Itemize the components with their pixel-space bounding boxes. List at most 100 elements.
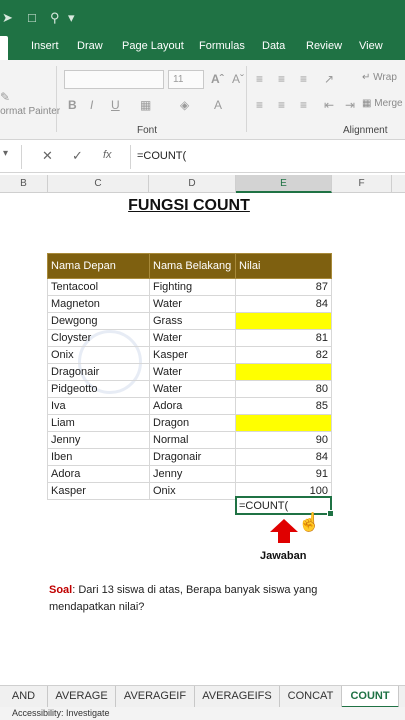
font-size-field[interactable]: 11 (168, 70, 204, 89)
chevron-down-icon[interactable]: ▾ (68, 10, 75, 26)
format-painter-button[interactable]: Format Painter (0, 106, 60, 117)
cell-last-name[interactable]: Fighting (149, 278, 236, 296)
cell-first-name[interactable]: Tentacool (47, 278, 150, 296)
clipboard-icon[interactable]: ✎ (0, 90, 10, 104)
bold-button[interactable]: B (68, 98, 77, 112)
orientation-icon[interactable]: ↗ (324, 72, 334, 86)
title-bar: ➤ □ ⚲ ▾ (0, 0, 405, 36)
cell-score[interactable]: 80 (235, 380, 332, 398)
enter-icon[interactable]: ✓ (72, 148, 83, 164)
align-top-icon[interactable]: ≡ (256, 72, 263, 86)
shrink-font-icon[interactable]: Aˇ (232, 72, 244, 86)
cell-last-name[interactable]: Normal (149, 431, 236, 449)
fill-color-icon[interactable]: ◈ (180, 98, 189, 112)
sheet-tab-averageifs[interactable]: AVERAGEIFS (195, 686, 280, 708)
tab-data[interactable]: Data (262, 40, 285, 52)
cell-score[interactable] (235, 312, 332, 330)
column-header-b[interactable]: B (0, 175, 48, 193)
cell-first-name[interactable]: Liam (47, 414, 150, 432)
cell-last-name[interactable]: Kasper (149, 346, 236, 364)
header-last-name[interactable]: Nama Belakang (149, 253, 236, 279)
align-center-icon[interactable]: ≡ (278, 98, 285, 112)
chevron-down-icon[interactable]: ▾ (3, 148, 8, 159)
cell-score[interactable]: 87 (235, 278, 332, 296)
italic-button[interactable]: I (90, 98, 93, 112)
cell-first-name[interactable]: Kasper (47, 482, 150, 500)
sheet-tab-average[interactable]: AVERAGE (48, 686, 116, 708)
insert-function-button[interactable]: fx (103, 149, 112, 161)
formula-bar: ▾ ✕ ✓ fx =COUNT( (0, 141, 405, 173)
alignment-group-label: Alignment (343, 125, 388, 136)
decrease-indent-icon[interactable]: ⇤ (324, 98, 334, 112)
column-header-e[interactable]: E (236, 175, 332, 193)
cell-last-name[interactable]: Grass (149, 312, 236, 330)
cell-last-name[interactable]: Onix (149, 482, 236, 500)
tab-formulas[interactable]: Formulas (199, 40, 245, 52)
cell-first-name[interactable]: Pidgeotto (47, 380, 150, 398)
align-left-icon[interactable]: ≡ (256, 98, 263, 112)
cell-last-name[interactable]: Dragon (149, 414, 236, 432)
formula-input[interactable]: =COUNT( (130, 145, 405, 169)
cell-score[interactable]: 90 (235, 431, 332, 449)
cell-first-name[interactable]: Dewgong (47, 312, 150, 330)
tab-insert[interactable]: Insert (31, 40, 59, 52)
tab-view[interactable]: View (359, 40, 383, 52)
cell-first-name[interactable]: Cloyster (47, 329, 150, 347)
cell-score[interactable] (235, 363, 332, 381)
sheet-tab-averageif[interactable]: AVERAGEIF (116, 686, 195, 708)
wrap-text-button[interactable]: ↵ Wrap (362, 72, 397, 83)
cell-last-name[interactable]: Dragonair (149, 448, 236, 466)
column-header-c[interactable]: C (48, 175, 149, 193)
header-first-name[interactable]: Nama Depan (47, 253, 150, 279)
sheet-tab-and[interactable]: AND (0, 686, 48, 708)
font-name-field[interactable] (64, 70, 164, 89)
cell-first-name[interactable]: Onix (47, 346, 150, 364)
sheet-tab-count[interactable]: COUNT (342, 686, 399, 708)
column-header-f[interactable]: F (332, 175, 392, 193)
align-right-icon[interactable]: ≡ (300, 98, 307, 112)
cell-first-name[interactable]: Magneton (47, 295, 150, 313)
new-file-icon[interactable]: □ (28, 10, 36, 25)
cell-score[interactable] (235, 414, 332, 432)
borders-icon[interactable]: ▦ (140, 98, 151, 112)
up-arrow-icon (270, 519, 298, 543)
sheet-tab-concat[interactable]: CONCAT (280, 686, 342, 708)
increase-indent-icon[interactable]: ⇥ (345, 98, 355, 112)
cell-score[interactable]: 84 (235, 295, 332, 313)
cell-last-name[interactable]: Adora (149, 397, 236, 415)
table-row: Tentacool Fighting 87 (47, 278, 332, 296)
table-row: Jenny Normal 90 (47, 431, 332, 449)
align-middle-icon[interactable]: ≡ (278, 72, 285, 86)
cell-last-name[interactable]: Water (149, 380, 236, 398)
grow-font-icon[interactable]: Aˆ (211, 72, 224, 86)
cell-last-name[interactable]: Water (149, 363, 236, 381)
cell-score[interactable]: 91 (235, 465, 332, 483)
search-icon[interactable]: ⚲ (50, 10, 60, 26)
cell-first-name[interactable]: Dragonair (47, 363, 150, 381)
tab-review[interactable]: Review (306, 40, 342, 52)
cell-last-name[interactable]: Water (149, 295, 236, 313)
align-bottom-icon[interactable]: ≡ (300, 72, 307, 86)
underline-button[interactable]: U (111, 98, 120, 112)
header-score[interactable]: Nilai (235, 253, 332, 279)
column-header-d[interactable]: D (149, 175, 236, 193)
status-bar[interactable]: Accessibility: Investigate (0, 707, 405, 720)
cell-score[interactable]: 84 (235, 448, 332, 466)
autosave-icon[interactable]: ➤ (2, 10, 13, 26)
cell-score[interactable]: 82 (235, 346, 332, 364)
cell-last-name[interactable]: Jenny (149, 465, 236, 483)
cell-score[interactable]: 85 (235, 397, 332, 415)
cell-first-name[interactable]: Adora (47, 465, 150, 483)
tab-home[interactable] (0, 36, 8, 60)
cell-first-name[interactable]: Iva (47, 397, 150, 415)
merge-button[interactable]: ▦ Merge (362, 98, 403, 109)
cell-first-name[interactable]: Jenny (47, 431, 150, 449)
tab-draw[interactable]: Draw (77, 40, 103, 52)
font-color-icon[interactable]: A (214, 98, 222, 112)
cell-first-name[interactable]: Iben (47, 448, 150, 466)
name-box[interactable]: ▾ (0, 145, 22, 169)
cell-score[interactable]: 81 (235, 329, 332, 347)
tab-page-layout[interactable]: Page Layout (122, 40, 184, 52)
cancel-icon[interactable]: ✕ (42, 148, 53, 164)
cell-last-name[interactable]: Water (149, 329, 236, 347)
